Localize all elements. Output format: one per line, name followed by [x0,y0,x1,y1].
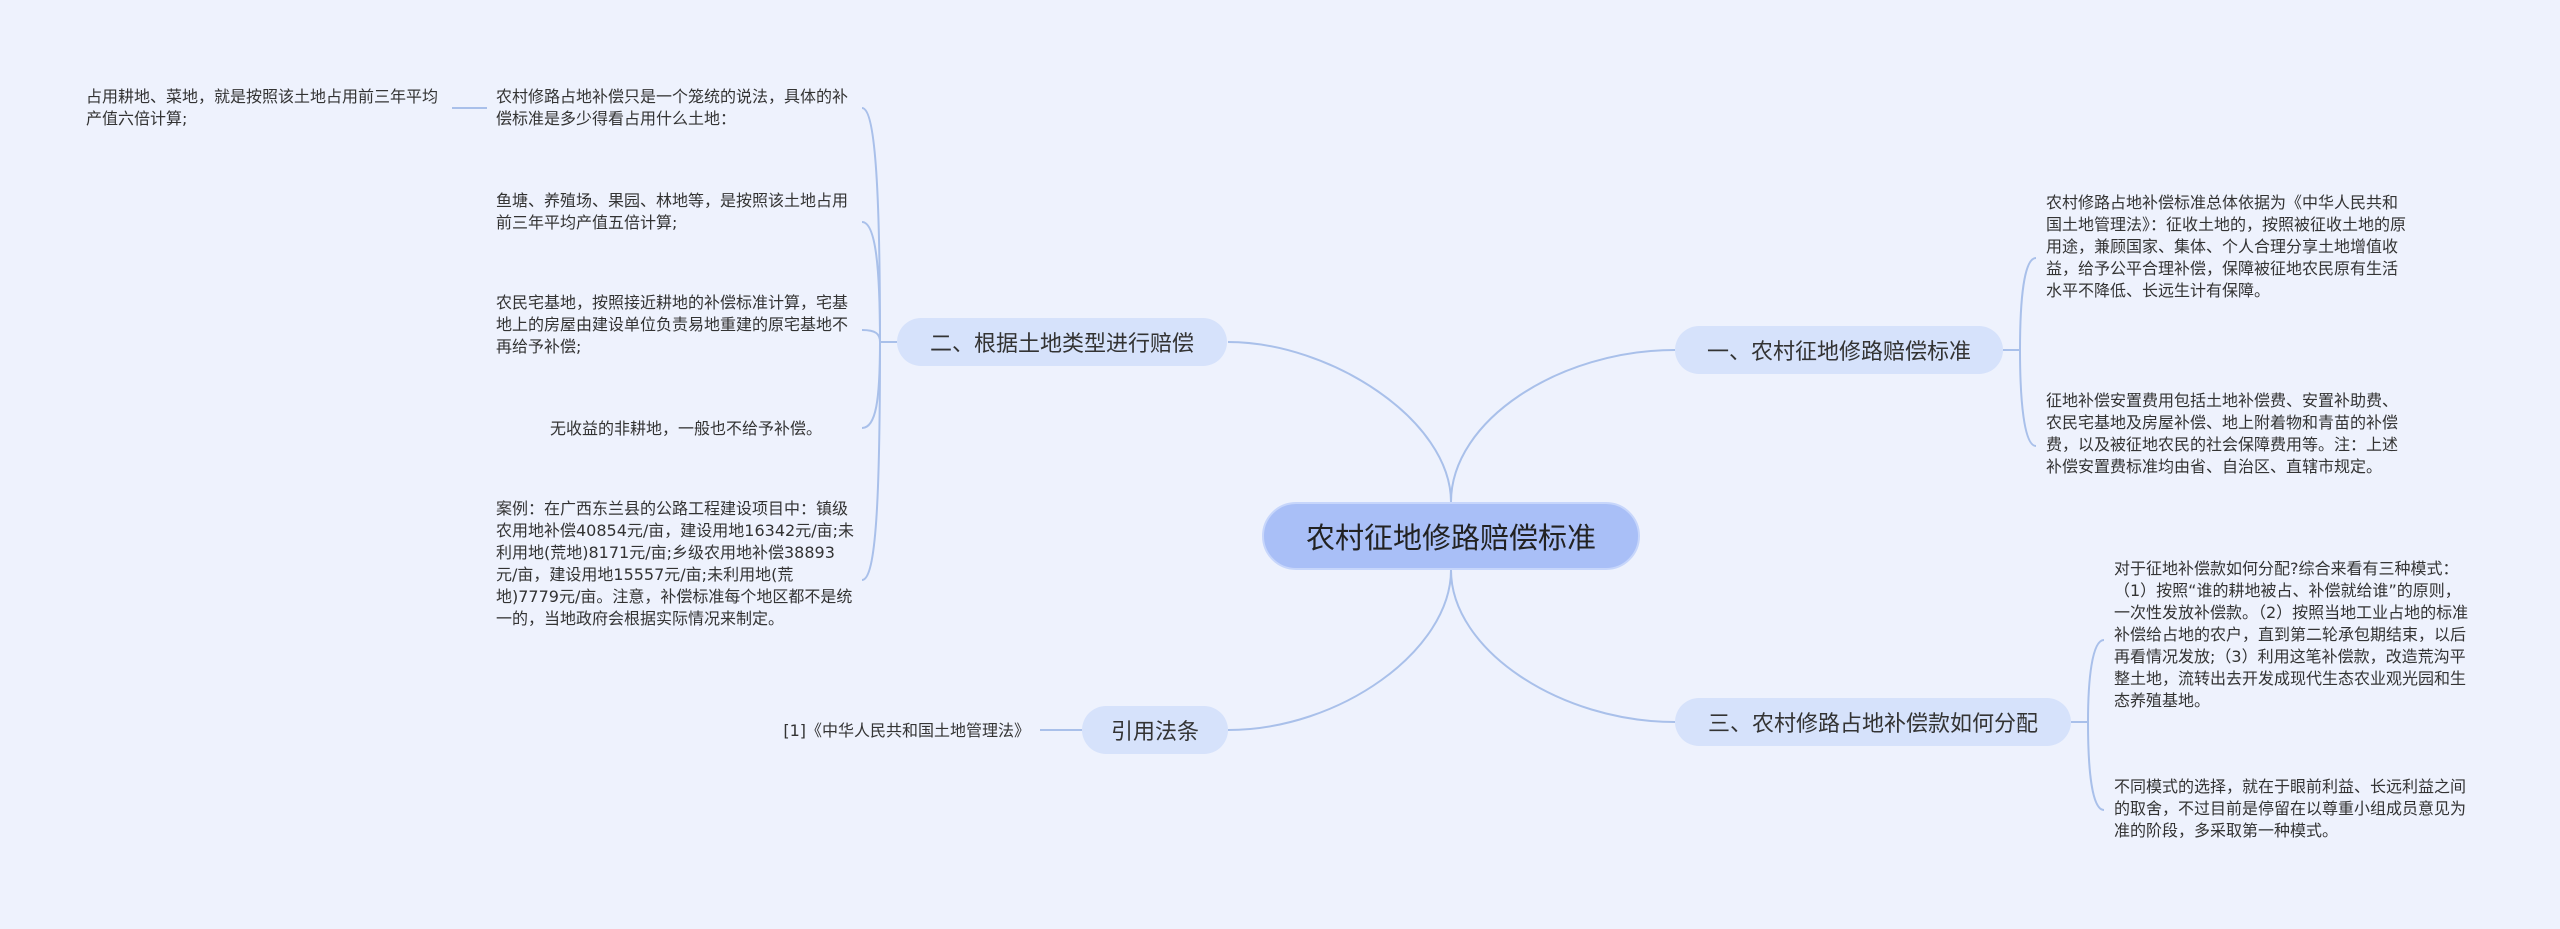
branch-label: 三、农村修路占地补偿款如何分配 [1707,712,2038,737]
leaf-homestead: 农民宅基地，按照接近耕地的补偿标准计算，宅基地上的房屋由建设单位负责易地重建的原… [496,293,849,356]
leaf-non-arable: 无收益的非耕地，一般也不给予补偿。 [550,419,823,438]
branch-label: 引用法条 [1110,720,1199,745]
leaf-fee-composition: 征地补偿安置费用包括土地补偿费、安置补助费、农民宅基地及房屋补偿、地上附着物和青… [2046,391,2399,476]
leaf-case-example: 案例：在广西东兰县的公路工程建设项目中：镇级农用地补偿40854元/亩，建设用地… [496,499,854,628]
leaf-fishpond: 鱼塘、养殖场、果园、林地等，是按照该土地占用前三年平均产值五倍计算; [496,191,849,232]
leaf-citation-law: [1]《中华人民共和国土地管理法》 [783,721,1030,740]
branch-distribution[interactable]: 三、农村修路占地补偿款如何分配 [1675,698,2071,746]
leaf-mode-choice: 不同模式的选择，就在于眼前利益、长远利益之间的取舍，不过目前是停留在以尊重小组成… [2114,777,2467,840]
leaf-farmland: 占用耕地、菜地，就是按照该土地占用前三年平均产值六倍计算; [86,87,439,128]
branch-land-type[interactable]: 二、根据土地类型进行赔偿 [897,318,1227,366]
branch-compensation-standard[interactable]: 一、农村征地修路赔偿标准 [1675,326,2003,374]
branch-citations[interactable]: 引用法条 [1082,706,1228,754]
leaf-land-intro: 农村修路占地补偿只是一个笼统的说法，具体的补偿标准是多少得看占用什么土地： [496,87,849,128]
branch-label: 二、根据土地类型进行赔偿 [929,332,1194,357]
root-label: 农村征地修路赔偿标准 [1305,521,1596,555]
root-node[interactable]: 农村征地修路赔偿标准 [1262,502,1640,570]
branch-label: 一、农村征地修路赔偿标准 [1706,340,1971,365]
leaf-legal-basis: 农村修路占地补偿标准总体依据为《中华人民共和国土地管理法》：征收土地的，按照被征… [2046,193,2407,300]
leaf-distribution-modes: 对于征地补偿款如何分配?综合来看有三种模式：（1）按照“谁的耕地被占、补偿就给谁… [2114,559,2469,710]
